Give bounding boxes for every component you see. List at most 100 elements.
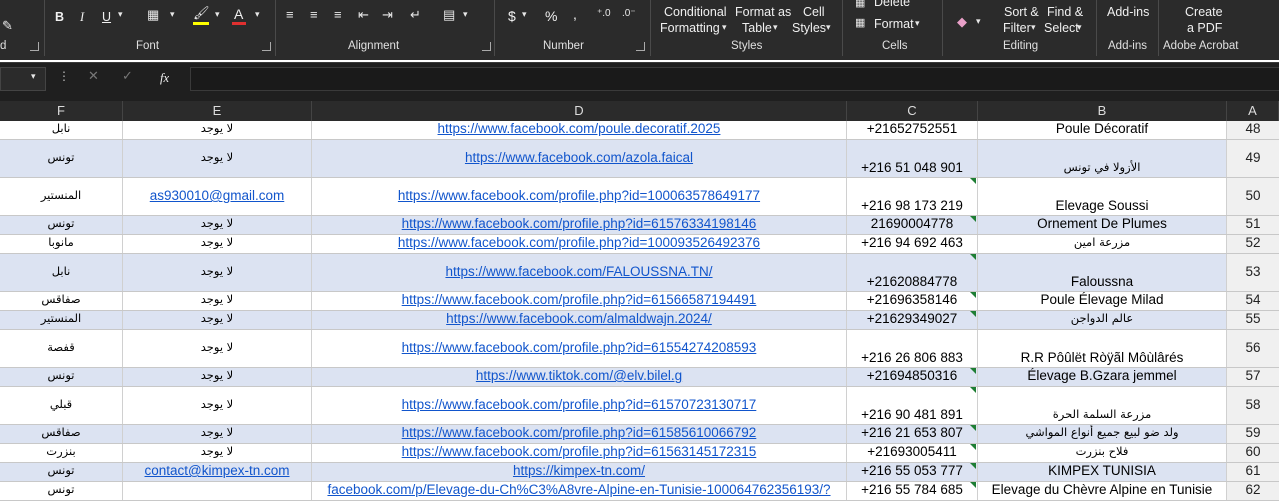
enter-icon[interactable]: ✓: [122, 68, 133, 84]
decrease-decimal-icon[interactable]: .0⁻: [622, 8, 636, 19]
chevron-down-icon[interactable]: ▾: [170, 9, 175, 20]
cell-b[interactable]: ولد ضو لبيع جميع أنواع المواشي: [978, 425, 1227, 443]
cell-f[interactable]: تونس: [0, 463, 123, 481]
cell-e[interactable]: لا يوجد: [123, 444, 312, 462]
row-header[interactable]: 53: [1227, 254, 1279, 291]
cell-f[interactable]: المنستير: [0, 311, 123, 329]
row-header[interactable]: 51: [1227, 216, 1279, 234]
cell-c[interactable]: +21629349027: [847, 311, 978, 329]
cell-f[interactable]: صفاقس: [0, 292, 123, 310]
cell-c[interactable]: +21652752551: [847, 121, 978, 139]
cell-c[interactable]: 21690004778: [847, 216, 978, 234]
column-header-b[interactable]: B: [978, 101, 1227, 121]
column-header-f[interactable]: F: [0, 101, 123, 121]
cell-e[interactable]: لا يوجد: [123, 311, 312, 329]
cell-e[interactable]: لا يوجد: [123, 216, 312, 234]
bold-button[interactable]: B: [55, 9, 64, 25]
borders-icon[interactable]: ▦: [147, 7, 159, 23]
cell-d[interactable]: https://www.facebook.com/azola.faical: [312, 140, 847, 177]
cell-text[interactable]: https://www.facebook.com/poule.decoratif…: [312, 121, 846, 136]
cell-styles-label-1[interactable]: Cell: [803, 4, 825, 20]
row-header[interactable]: 56: [1227, 330, 1279, 367]
cell-d[interactable]: https://www.facebook.com/profile.php?id=…: [312, 387, 847, 424]
cell-c[interactable]: +21696358146: [847, 292, 978, 310]
conditional-formatting-label-1[interactable]: Conditional: [664, 4, 727, 20]
chevron-down-icon[interactable]: ▾: [826, 22, 831, 33]
decrease-indent-icon[interactable]: ⇤: [358, 7, 369, 23]
wrap-text-icon[interactable]: ↵: [410, 7, 421, 23]
create-pdf-label-1[interactable]: Create: [1185, 4, 1223, 20]
cell-d[interactable]: https://kimpex-tn.com/: [312, 463, 847, 481]
cell-d[interactable]: https://www.facebook.com/profile.php?id=…: [312, 330, 847, 367]
format-button[interactable]: Format: [874, 16, 914, 32]
cell-c[interactable]: +216 98 173 219: [847, 178, 978, 215]
cell-e[interactable]: لا يوجد: [123, 254, 312, 291]
align-right-icon[interactable]: ≡: [334, 7, 342, 22]
cell-c[interactable]: +216 55 784 685: [847, 482, 978, 500]
cell-c[interactable]: +216 90 481 891: [847, 387, 978, 424]
cell-b[interactable]: Elevage du Chèvre Alpine en Tunisie: [978, 482, 1227, 500]
row-header[interactable]: 60: [1227, 444, 1279, 462]
name-box[interactable]: ▾: [0, 67, 46, 91]
cell-e[interactable]: لا يوجد: [123, 425, 312, 443]
cell-f[interactable]: تونس: [0, 216, 123, 234]
cell-f[interactable]: تونس: [0, 368, 123, 386]
cell-f[interactable]: صفاقس: [0, 425, 123, 443]
alignment-launcher-icon[interactable]: [482, 42, 491, 51]
cell-d[interactable]: https://www.tiktok.com/@elv.bilel.g: [312, 368, 847, 386]
cell-e[interactable]: لا يوجد: [123, 235, 312, 253]
cell-e[interactable]: [123, 482, 312, 500]
cell-b[interactable]: الأزولا في تونس: [978, 140, 1227, 177]
chevron-down-icon[interactable]: ▾: [118, 9, 123, 20]
cell-text[interactable]: https://kimpex-tn.com/: [312, 463, 846, 478]
increase-decimal-icon[interactable]: ⁺.0: [597, 8, 611, 19]
cell-c[interactable]: +216 26 806 883: [847, 330, 978, 367]
sort-filter-label-2[interactable]: Filter: [1003, 20, 1031, 36]
cell-d[interactable]: https://www.facebook.com/almaldwajn.2024…: [312, 311, 847, 329]
row-header[interactable]: 57: [1227, 368, 1279, 386]
cell-e[interactable]: لا يوجد: [123, 292, 312, 310]
cell-d[interactable]: https://www.facebook.com/profile.php?id=…: [312, 216, 847, 234]
font-color-icon[interactable]: A: [234, 6, 243, 22]
column-header-c[interactable]: C: [847, 101, 978, 121]
row-header[interactable]: 52: [1227, 235, 1279, 253]
cell-f[interactable]: مانوبا: [0, 235, 123, 253]
cell-e[interactable]: لا يوجد: [123, 330, 312, 367]
cell-f[interactable]: المنستير: [0, 178, 123, 215]
chevron-down-icon[interactable]: ▾: [522, 9, 527, 20]
column-header-d[interactable]: D: [312, 101, 847, 121]
cell-f[interactable]: نابل: [0, 254, 123, 291]
find-select-label-1[interactable]: Find &: [1047, 4, 1083, 20]
cell-b[interactable]: Élevage B.Gzara jemmel: [978, 368, 1227, 386]
cell-b[interactable]: مزرعة السلمة الحرة: [978, 387, 1227, 424]
eraser-icon[interactable]: ◆: [957, 14, 967, 30]
merge-center-icon[interactable]: ▤: [443, 7, 455, 23]
chevron-down-icon[interactable]: ▾: [915, 18, 920, 29]
cell-b[interactable]: Ornement De Plumes: [978, 216, 1227, 234]
cell-e[interactable]: لا يوجد: [123, 121, 312, 139]
cell-text[interactable]: https://www.facebook.com/profile.php?id=…: [312, 216, 846, 231]
underline-button[interactable]: U: [102, 9, 111, 25]
cell-text[interactable]: https://www.facebook.com/FALOUSSNA.TN/: [312, 264, 846, 279]
cell-e[interactable]: لا يوجد: [123, 140, 312, 177]
cell-c[interactable]: +216 55 053 777: [847, 463, 978, 481]
font-launcher-icon[interactable]: [262, 42, 271, 51]
comma-button[interactable]: ,: [573, 6, 577, 22]
cell-f[interactable]: تونس: [0, 140, 123, 177]
cell-text[interactable]: https://www.tiktok.com/@elv.bilel.g: [312, 368, 846, 383]
insert-function-button[interactable]: fx: [160, 70, 169, 86]
cell-f[interactable]: بنزرت: [0, 444, 123, 462]
cell-text[interactable]: https://www.facebook.com/profile.php?id=…: [312, 188, 846, 203]
formula-input[interactable]: [190, 67, 1279, 91]
number-launcher-icon[interactable]: [636, 42, 645, 51]
cell-e[interactable]: لا يوجد: [123, 368, 312, 386]
cell-c[interactable]: +216 94 692 463: [847, 235, 978, 253]
chevron-down-icon[interactable]: ▾: [463, 9, 468, 20]
row-header[interactable]: 54: [1227, 292, 1279, 310]
row-header[interactable]: 49: [1227, 140, 1279, 177]
cell-text[interactable]: https://www.facebook.com/almaldwajn.2024…: [312, 311, 846, 326]
row-header[interactable]: 58: [1227, 387, 1279, 424]
chevron-down-icon[interactable]: ▾: [976, 16, 981, 27]
cell-f[interactable]: نابل: [0, 121, 123, 139]
cell-b[interactable]: Poule Élevage Milad: [978, 292, 1227, 310]
